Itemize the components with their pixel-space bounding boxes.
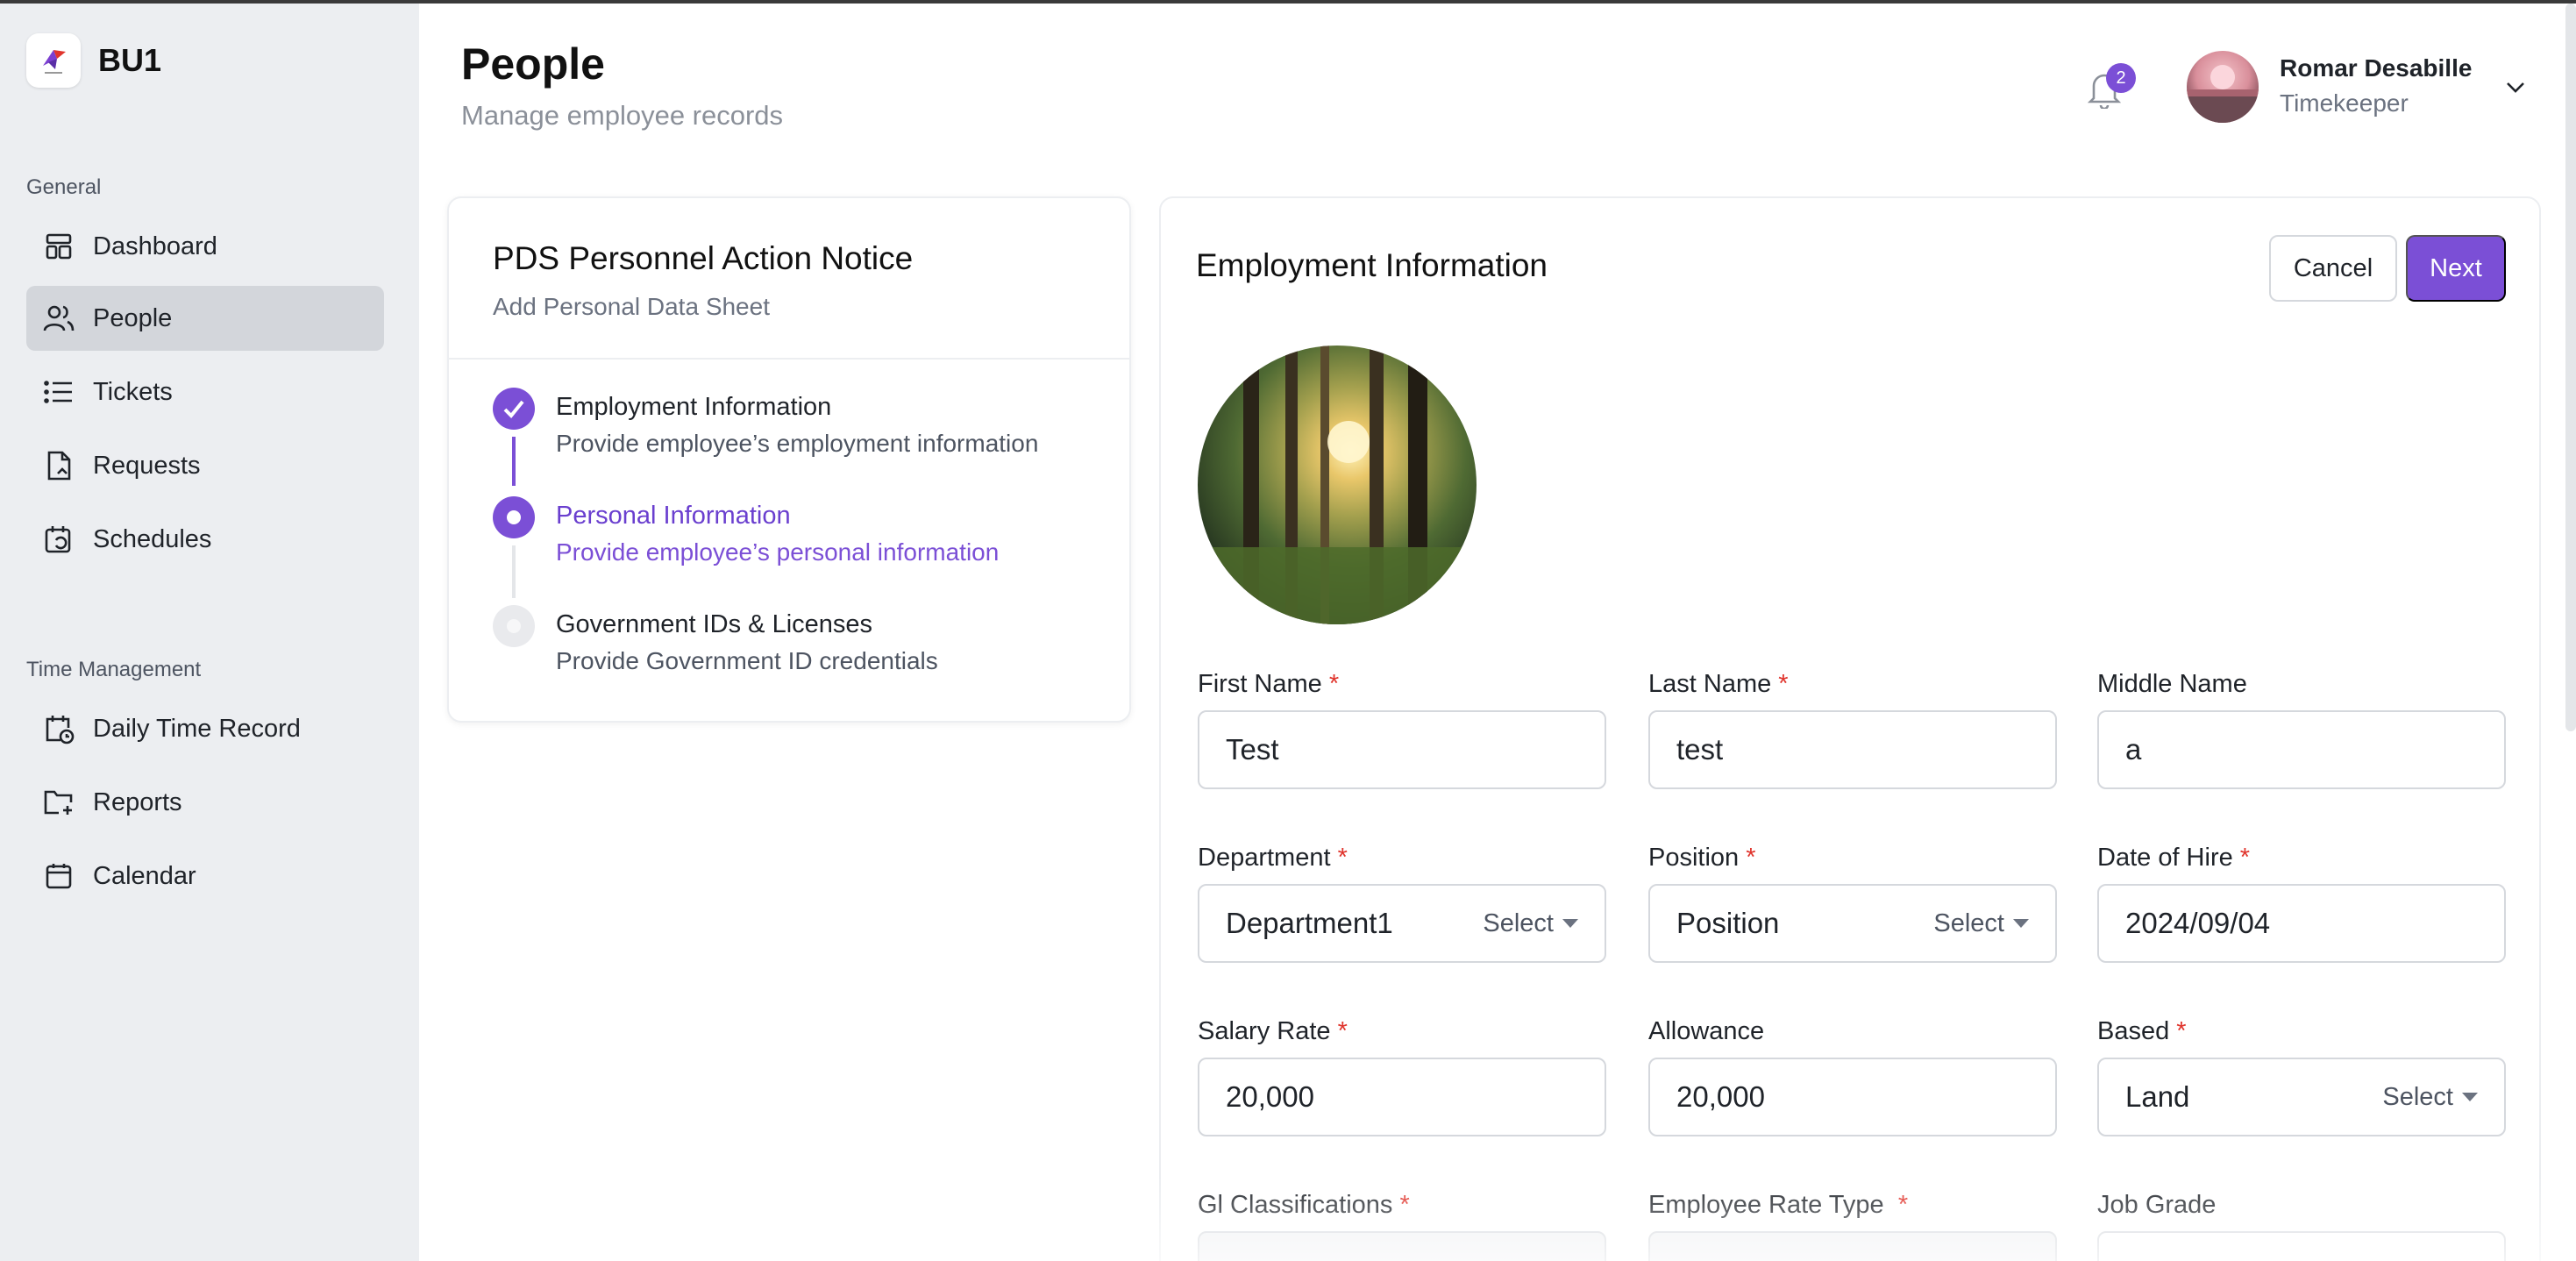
department-select[interactable]: Department1 Select bbox=[1198, 884, 1606, 963]
last-name-value: test bbox=[1676, 733, 1724, 766]
middle-name-value: a bbox=[2125, 733, 2142, 766]
sidebar-item-people[interactable]: People bbox=[26, 286, 384, 351]
list-icon bbox=[42, 375, 75, 409]
caret-down-icon bbox=[1562, 919, 1578, 928]
section-label-time-management: Time Management bbox=[26, 658, 202, 681]
allowance-label: Allowance bbox=[1648, 1017, 1765, 1045]
sidebar-item-schedules[interactable]: Schedules bbox=[26, 507, 384, 572]
position-value: Position bbox=[1676, 907, 1780, 939]
sidebar-item-label: Schedules bbox=[93, 524, 212, 553]
caret-down-icon bbox=[2462, 1093, 2478, 1101]
sidebar-item-label: Reports bbox=[93, 787, 182, 816]
salary-rate-value: 20,000 bbox=[1226, 1080, 1314, 1113]
step-description: Provide employee’s personal information bbox=[556, 538, 1000, 566]
scrollbar[interactable] bbox=[2565, 4, 2576, 731]
sidebar-item-tickets[interactable]: Tickets bbox=[26, 360, 384, 424]
calendar-refresh-icon bbox=[42, 523, 75, 556]
cancel-button[interactable]: Cancel bbox=[2269, 235, 2397, 302]
steps-title: PDS Personnel Action Notice bbox=[493, 240, 914, 276]
select-label: Select bbox=[1483, 908, 1554, 937]
sidebar-item-dashboard[interactable]: Dashboard bbox=[26, 214, 384, 279]
current-step-icon[interactable] bbox=[493, 496, 535, 538]
first-name-input[interactable]: Test bbox=[1198, 710, 1606, 789]
document-icon bbox=[42, 449, 75, 482]
calendar-icon bbox=[42, 859, 75, 893]
steps-subtitle: Add Personal Data Sheet bbox=[493, 293, 770, 320]
gl-classifications-label: Gl Classifications * bbox=[1198, 1191, 1410, 1219]
based-label: Based * bbox=[2097, 1017, 2187, 1045]
user-name: Romar Desabille bbox=[2280, 54, 2473, 82]
job-grade-select[interactable] bbox=[2097, 1231, 2506, 1261]
employee-photo[interactable] bbox=[1198, 346, 1477, 624]
sidebar-item-label: People bbox=[93, 303, 173, 332]
department-label: Department * bbox=[1198, 844, 1348, 872]
step-connector bbox=[512, 545, 516, 598]
sidebar-item-requests[interactable]: Requests bbox=[26, 433, 384, 498]
avatar[interactable] bbox=[2187, 51, 2259, 123]
sidebar-item-label: Daily Time Record bbox=[93, 714, 301, 743]
position-label: Position * bbox=[1648, 844, 1756, 872]
employee-rate-type-label: Employee Rate Type * bbox=[1648, 1191, 1909, 1219]
sidebar-item-label: Requests bbox=[93, 451, 201, 480]
pending-step-icon[interactable] bbox=[493, 605, 535, 647]
brand[interactable]: BU1 bbox=[26, 33, 161, 88]
form-title: Employment Information bbox=[1196, 247, 1548, 283]
user-role: Timekeeper bbox=[2280, 89, 2409, 117]
based-value: Land bbox=[2125, 1080, 2190, 1113]
sidebar-item-label: Tickets bbox=[93, 377, 173, 406]
date-of-hire-label: Date of Hire * bbox=[2097, 844, 2251, 872]
section-label-general: General bbox=[26, 175, 102, 199]
page-title: People bbox=[461, 39, 605, 89]
step-title[interactable]: Personal Information bbox=[556, 502, 791, 531]
divider bbox=[449, 358, 1129, 360]
folder-plus-icon bbox=[42, 786, 75, 819]
next-button[interactable]: Next bbox=[2406, 235, 2506, 302]
step-description: Provide Government ID credentials bbox=[556, 647, 938, 674]
allowance-value: 20,000 bbox=[1676, 1080, 1765, 1113]
calendar-clock-icon bbox=[42, 712, 75, 745]
salary-rate-input[interactable]: 20,000 bbox=[1198, 1058, 1606, 1136]
brand-name: BU1 bbox=[98, 42, 162, 78]
middle-name-input[interactable]: a bbox=[2097, 710, 2506, 789]
sidebar: BU1 General Dashboard People Tickets Req… bbox=[0, 4, 419, 1261]
based-select[interactable]: Land Select bbox=[2097, 1058, 2506, 1136]
sidebar-item-daily-time-record[interactable]: Daily Time Record bbox=[26, 696, 384, 761]
job-grade-label: Job Grade bbox=[2097, 1191, 2217, 1219]
step-title[interactable]: Employment Information bbox=[556, 393, 831, 422]
step-title[interactable]: Government IDs & Licenses bbox=[556, 610, 872, 639]
date-of-hire-input[interactable]: 2024/09/04 bbox=[2097, 884, 2506, 963]
step-connector bbox=[512, 437, 516, 486]
middle-name-label: Middle Name bbox=[2097, 670, 2247, 698]
department-value: Department1 bbox=[1226, 907, 1393, 939]
position-select[interactable]: Position Select bbox=[1648, 884, 2057, 963]
sidebar-item-reports[interactable]: Reports bbox=[26, 770, 384, 835]
step-description: Provide employee’s employment informatio… bbox=[556, 430, 1039, 457]
steps-card: PDS Personnel Action Notice Add Personal… bbox=[447, 196, 1131, 723]
first-name-label: First Name * bbox=[1198, 670, 1340, 698]
gl-classifications-select[interactable] bbox=[1198, 1231, 1606, 1261]
sidebar-item-label: Calendar bbox=[93, 861, 196, 890]
last-name-input[interactable]: test bbox=[1648, 710, 2057, 789]
last-name-label: Last Name * bbox=[1648, 670, 1789, 698]
page-subtitle: Manage employee records bbox=[461, 100, 784, 131]
sidebar-item-calendar[interactable]: Calendar bbox=[26, 844, 384, 908]
select-label: Select bbox=[1933, 908, 2004, 937]
chevron-down-icon[interactable] bbox=[2502, 74, 2529, 100]
employment-form-card: Employment Information Cancel Next First… bbox=[1159, 196, 2541, 1261]
notification-badge: 2 bbox=[2106, 63, 2136, 93]
caret-down-icon bbox=[2013, 919, 2029, 928]
dashboard-icon bbox=[42, 230, 75, 263]
allowance-input[interactable]: 20,000 bbox=[1648, 1058, 2057, 1136]
people-icon bbox=[42, 302, 75, 335]
sidebar-item-label: Dashboard bbox=[93, 232, 217, 260]
first-name-value: Test bbox=[1226, 733, 1279, 766]
employee-rate-type-select[interactable] bbox=[1648, 1231, 2057, 1261]
date-of-hire-value: 2024/09/04 bbox=[2125, 907, 2271, 939]
select-label: Select bbox=[2382, 1082, 2453, 1111]
check-icon[interactable] bbox=[493, 388, 535, 430]
salary-rate-label: Salary Rate * bbox=[1198, 1017, 1348, 1045]
bird-logo-icon bbox=[26, 33, 81, 88]
